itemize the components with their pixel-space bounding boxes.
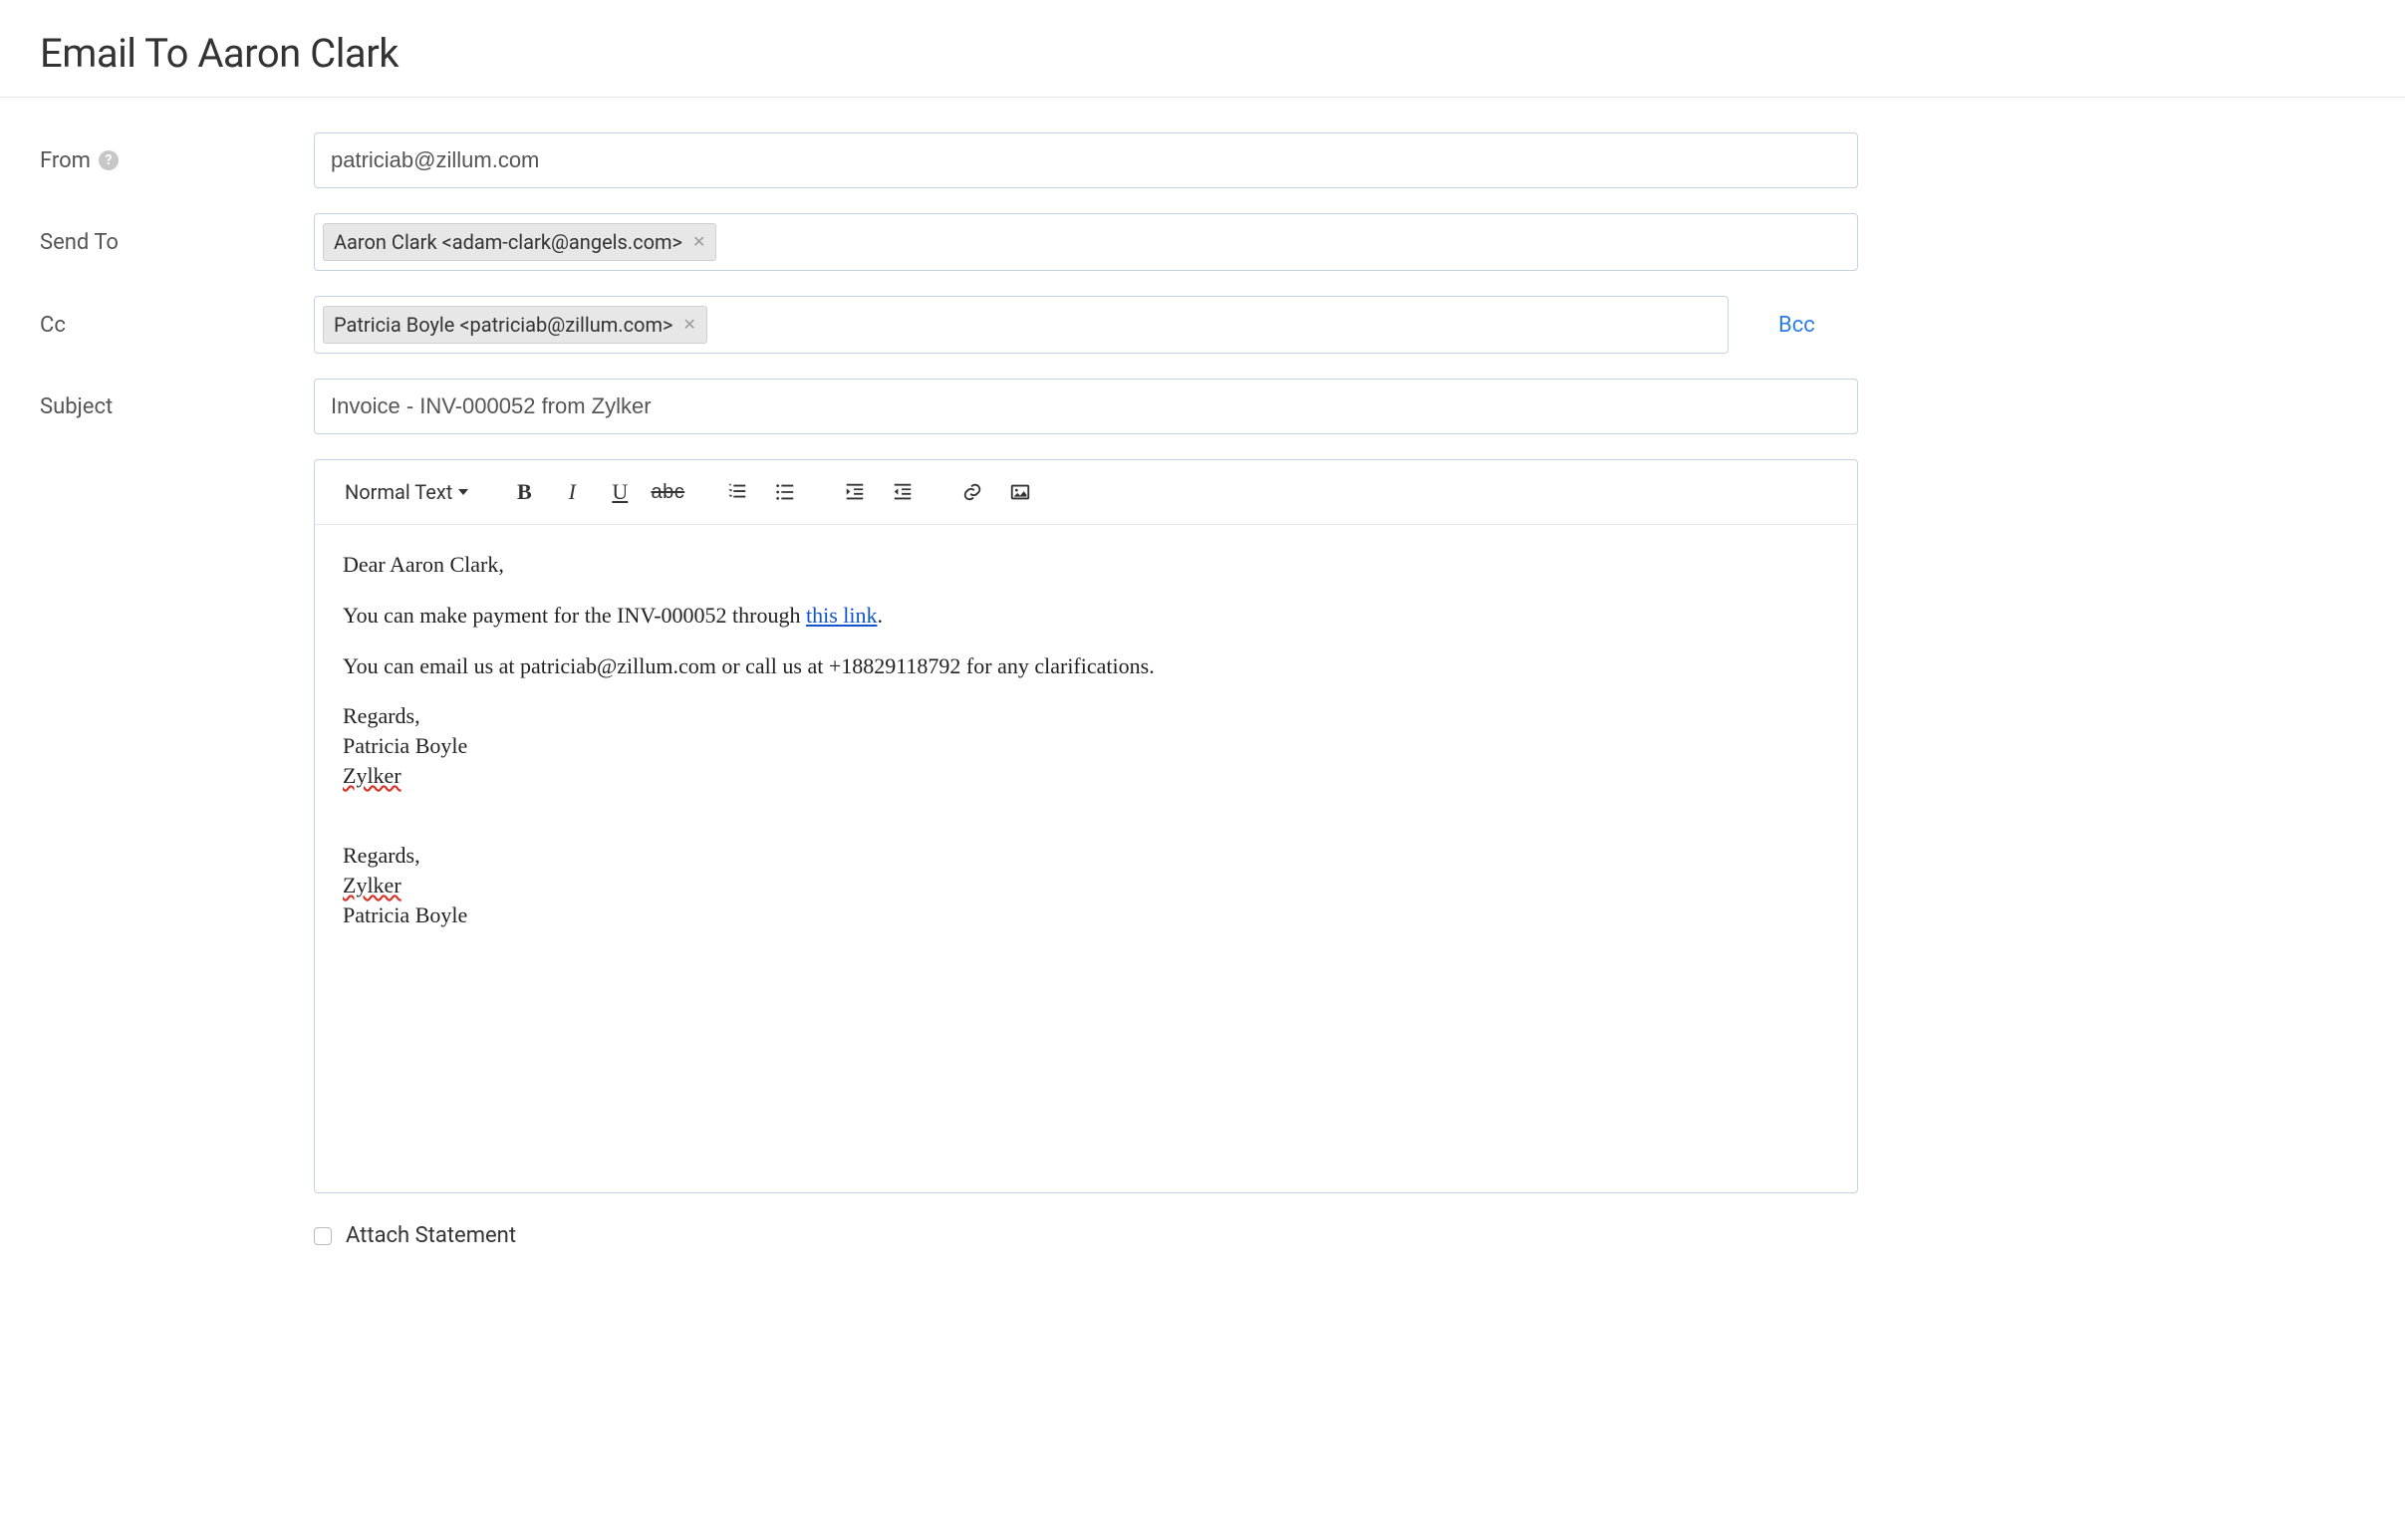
sendto-input[interactable]: Aaron Clark <adam-clark@angels.com> ✕ [314, 213, 1858, 271]
body-payment-line: You can make payment for the INV-000052 … [343, 601, 1829, 632]
cc-label: Cc [40, 313, 314, 338]
underline-button[interactable]: U [598, 474, 642, 510]
sendto-label-text: Send To [40, 230, 119, 255]
cc-label-text: Cc [40, 313, 66, 338]
help-icon[interactable]: ? [99, 150, 119, 170]
link-button[interactable] [950, 474, 994, 510]
attach-statement-label: Attach Statement [346, 1223, 516, 1248]
ordered-list-button[interactable] [715, 474, 759, 510]
italic-button[interactable]: I [550, 474, 594, 510]
unordered-list-icon [774, 481, 796, 503]
editor-body[interactable]: Dear Aaron Clark, You can make payment f… [315, 525, 1857, 1192]
editor-toolbar: Normal Text B I U abc [315, 460, 1857, 525]
subject-label: Subject [40, 394, 314, 419]
remove-chip-icon[interactable]: ✕ [692, 234, 705, 250]
image-icon [1009, 481, 1031, 503]
recipient-chip-text: Aaron Clark <adam-clark@angels.com> [334, 230, 682, 254]
attach-statement-checkbox[interactable] [314, 1227, 332, 1245]
subject-input[interactable] [314, 379, 1858, 434]
sendto-label: Send To [40, 230, 314, 255]
remove-chip-icon[interactable]: ✕ [682, 317, 695, 333]
bold-button[interactable]: B [502, 474, 546, 510]
cc-chip[interactable]: Patricia Boyle <patriciab@zillum.com> ✕ [323, 306, 707, 344]
link-icon [961, 481, 983, 503]
chevron-down-icon [458, 489, 468, 495]
recipient-chip[interactable]: Aaron Clark <adam-clark@angels.com> ✕ [323, 223, 716, 261]
from-label-text: From [40, 148, 91, 173]
page-title: Email To Aaron Clark [40, 30, 2365, 77]
header-divider [0, 97, 2405, 98]
image-button[interactable] [998, 474, 1042, 510]
payment-link[interactable]: this link [806, 603, 878, 628]
ordered-list-icon [726, 481, 748, 503]
bcc-link[interactable]: Bcc [1778, 313, 1815, 338]
signature-2: Regards, Zylker Patricia Boyle [343, 841, 1829, 929]
body-contact-line: You can email us at patriciab@zillum.com… [343, 651, 1829, 682]
from-label: From ? [40, 148, 314, 173]
from-input[interactable] [314, 132, 1858, 188]
subject-label-text: Subject [40, 394, 113, 419]
indent-icon [844, 481, 866, 503]
outdent-button[interactable] [881, 474, 925, 510]
outdent-icon [892, 481, 914, 503]
cc-input[interactable]: Patricia Boyle <patriciab@zillum.com> ✕ [314, 296, 1729, 354]
signature-1: Regards, Patricia Boyle Zylker [343, 701, 1829, 790]
block-format-label: Normal Text [345, 480, 452, 504]
email-editor: Normal Text B I U abc [314, 459, 1858, 1193]
body-greeting: Dear Aaron Clark, [343, 550, 1829, 581]
indent-button[interactable] [833, 474, 877, 510]
strikethrough-button[interactable]: abc [646, 474, 689, 510]
cc-chip-text: Patricia Boyle <patriciab@zillum.com> [334, 313, 672, 337]
block-format-dropdown[interactable]: Normal Text [335, 474, 478, 510]
unordered-list-button[interactable] [763, 474, 807, 510]
